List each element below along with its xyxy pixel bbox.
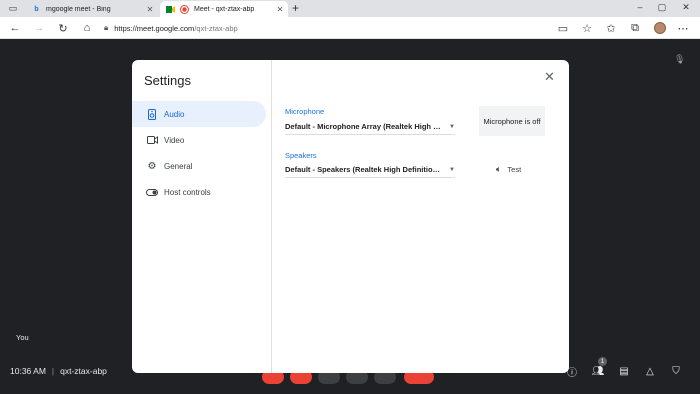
gear-icon: ⚙	[147, 160, 157, 172]
menu-item-label: Video	[164, 135, 185, 145]
tab-actions-icon[interactable]: ▭	[6, 2, 20, 15]
forward-icon[interactable]: →	[32, 21, 46, 35]
favorite-icon[interactable]: ☆	[580, 21, 594, 35]
menu-item-host-controls[interactable]: Host controls	[132, 179, 266, 205]
maximize-icon[interactable]: ▢	[656, 2, 668, 13]
settings-dialog: Settings ✕ Audio Video ⚙ General Host co…	[132, 60, 569, 373]
chevron-down-icon: ▼	[449, 123, 455, 130]
participants-badge: 1	[598, 357, 607, 366]
people-icon[interactable]: 👥︎	[591, 364, 605, 378]
menu-item-label: Host controls	[164, 187, 211, 197]
tab-title: mgoogle meet - Bing	[46, 5, 111, 13]
favorites-icon[interactable]: ✩	[604, 21, 618, 35]
tab-close-icon[interactable]: ✕	[145, 5, 155, 14]
chat-icon[interactable]: ▤	[617, 364, 631, 378]
new-tab-icon[interactable]: +	[292, 1, 299, 15]
microphone-select[interactable]: Default - Microphone Array (Realtek High…	[285, 119, 455, 135]
host-controls-icon[interactable]: ⛉	[669, 364, 683, 378]
video-camera-icon[interactable]: ▭	[556, 21, 570, 35]
chevron-down-icon: ▼	[449, 166, 455, 173]
dialog-title: Settings	[144, 73, 191, 88]
menu-item-label: General	[164, 161, 193, 171]
tab-title: Meet - qxt-ztax-abp	[194, 5, 255, 13]
menu-item-audio[interactable]: Audio	[132, 101, 266, 127]
meeting-info: 10:36 AM | qxt-ztax-abp	[10, 366, 107, 376]
browser-tab-strip: ▭ b mgoogle meet - Bing ✕ Meet - qxt-zta…	[0, 0, 700, 17]
address-bar[interactable]: 🔒︎ https://meet.google.com/qxt-ztax-abp	[104, 20, 594, 36]
window-close-icon[interactable]: ✕	[680, 2, 692, 13]
microphone-value: Default - Microphone Array (Realtek High…	[285, 122, 443, 131]
url-host: https://meet.google.com	[114, 23, 195, 33]
more-icon[interactable]: ⋯	[676, 21, 690, 35]
clock-time: 10:36 AM	[10, 366, 46, 376]
menu-item-label: Audio	[164, 109, 185, 119]
microphone-status: Microphone is off	[479, 106, 545, 136]
speakers-label: Speakers	[285, 151, 317, 160]
refresh-icon[interactable]: ↻	[56, 21, 70, 35]
video-icon	[146, 136, 158, 144]
menu-item-video[interactable]: Video	[132, 127, 266, 153]
bing-icon: b	[34, 5, 39, 13]
home-icon[interactable]: ⌂	[80, 21, 94, 35]
collections-icon[interactable]: ⧉	[628, 21, 642, 35]
toggle-icon	[146, 188, 158, 196]
mic-off-icon: 🎙︎	[674, 54, 686, 64]
tab-close-icon[interactable]: ✕	[275, 5, 285, 14]
close-icon[interactable]: ✕	[544, 69, 555, 85]
divider	[271, 60, 272, 373]
volume-icon: 🔈︎	[496, 164, 502, 174]
activities-icon[interactable]: △	[643, 364, 657, 378]
tab-meet[interactable]: Meet - qxt-ztax-abp ✕	[160, 1, 288, 17]
separator: |	[51, 366, 55, 376]
lock-icon: 🔒︎	[104, 23, 109, 32]
url-path: /qxt-ztax-abp	[194, 23, 238, 33]
menu-item-general[interactable]: ⚙ General	[132, 153, 266, 179]
test-label: Test	[507, 165, 522, 174]
microphone-label: Microphone	[285, 107, 325, 116]
tab-bing[interactable]: b mgoogle meet - Bing ✕	[26, 1, 158, 17]
recording-icon	[180, 4, 189, 14]
test-speakers-button[interactable]: 🔈︎ Test	[496, 164, 521, 175]
self-tile-label: You	[16, 333, 29, 342]
speaker-icon	[146, 108, 158, 120]
meeting-code: qxt-ztax-abp	[60, 366, 107, 376]
back-icon[interactable]: ←	[8, 21, 22, 35]
speakers-select[interactable]: Default - Speakers (Realtek High Definit…	[285, 162, 455, 178]
avatar[interactable]	[654, 22, 666, 34]
browser-nav-bar: ← → ↻ ⌂ 🔒︎ https://meet.google.com/qxt-z…	[0, 17, 700, 39]
minimize-icon[interactable]: –	[634, 2, 646, 12]
meet-icon	[166, 5, 175, 14]
speakers-value: Default - Speakers (Realtek High Definit…	[285, 165, 443, 174]
